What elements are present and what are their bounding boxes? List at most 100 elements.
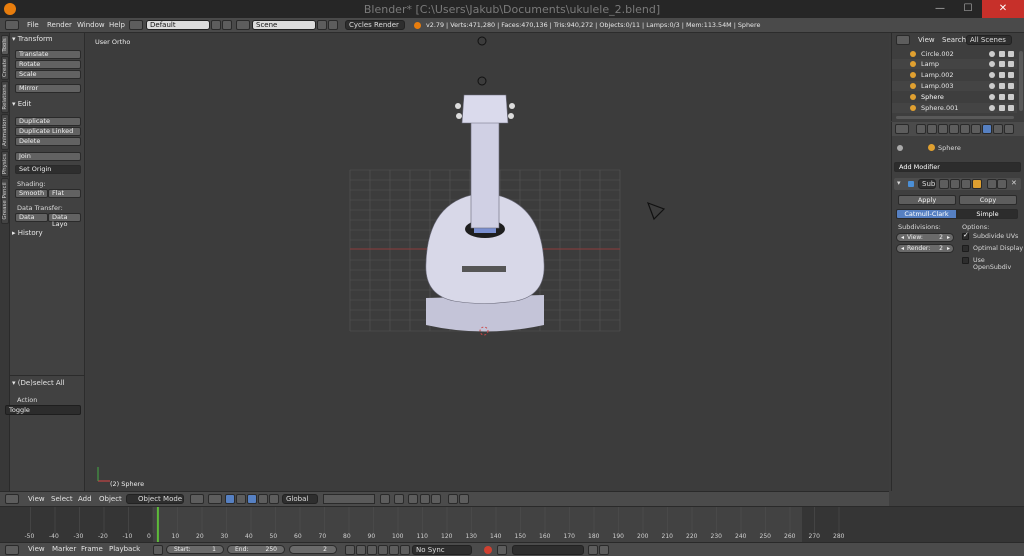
render-camera-icon[interactable] xyxy=(1008,72,1014,78)
layer-buttons[interactable] xyxy=(323,494,375,504)
pivot-point-icon[interactable] xyxy=(208,494,222,504)
constraints-tab-icon[interactable] xyxy=(971,124,981,134)
visibility-eye-icon[interactable] xyxy=(989,105,995,111)
select-arrow-icon[interactable] xyxy=(999,94,1005,100)
view-menu[interactable]: View xyxy=(28,495,45,503)
lock-camera-icon[interactable] xyxy=(380,494,390,504)
start-frame-field[interactable]: Start: 1 xyxy=(166,545,224,554)
interaction-mode-dropdown[interactable]: Object Mode xyxy=(126,494,184,504)
duplicate-button[interactable]: Duplicate xyxy=(15,117,81,126)
outliner-scrollbar[interactable] xyxy=(1019,51,1023,111)
add-scene-icon[interactable] xyxy=(317,20,327,30)
jump-end-icon[interactable] xyxy=(400,545,410,555)
tab-animation[interactable]: Animation xyxy=(1,114,9,150)
visibility-eye-icon[interactable] xyxy=(989,61,995,67)
keying-set-icon[interactable] xyxy=(497,545,507,555)
outliner-h-scrollbar[interactable] xyxy=(896,116,1014,119)
properties-editor-icon[interactable] xyxy=(895,124,909,134)
set-origin-dropdown[interactable]: Set Origin xyxy=(15,165,81,174)
modifier-move-down[interactable] xyxy=(997,179,1007,189)
preview-range-icon[interactable] xyxy=(153,545,163,555)
add-screen-icon[interactable] xyxy=(211,20,221,30)
world-tab-icon[interactable] xyxy=(949,124,959,134)
outliner-item-sphere[interactable]: Sphere xyxy=(892,92,1017,102)
simple-button[interactable]: Simple xyxy=(957,209,1018,219)
tab-tools[interactable]: Tools xyxy=(1,35,9,55)
frame-menu[interactable]: Frame xyxy=(81,545,103,553)
duplicate-linked-button[interactable]: Duplicate Linked xyxy=(15,127,81,136)
smooth-button[interactable]: Smooth xyxy=(15,189,48,198)
current-frame-field[interactable]: 2 xyxy=(289,545,337,554)
object-menu[interactable]: Object xyxy=(99,495,122,503)
use-opensubdiv-checkbox[interactable] xyxy=(962,257,969,264)
render-camera-icon[interactable] xyxy=(1008,94,1014,100)
tab-create[interactable]: Create xyxy=(1,56,9,80)
select-arrow-icon[interactable] xyxy=(999,51,1005,57)
remove-scene-icon[interactable] xyxy=(328,20,338,30)
transform-panel-header[interactable]: ▾ Transform xyxy=(12,35,82,43)
modifier-name-field[interactable]: Sub xyxy=(918,179,936,189)
scene-tab-icon[interactable] xyxy=(938,124,948,134)
operator-panel-header[interactable]: ▾ (De)select All xyxy=(12,379,82,387)
data-transfer-button[interactable]: Data xyxy=(15,213,48,222)
scale-manipulator-icon[interactable] xyxy=(258,494,268,504)
sync-mode-dropdown[interactable]: No Sync xyxy=(412,545,472,555)
proportional-edit-icon[interactable] xyxy=(408,494,418,504)
render-tab-icon[interactable] xyxy=(916,124,926,134)
apply-button[interactable]: Apply xyxy=(898,195,956,205)
translate-manipulator-icon[interactable] xyxy=(236,494,246,504)
opengl-render-icon[interactable] xyxy=(448,494,458,504)
object-tab-icon[interactable] xyxy=(960,124,970,134)
snap-element-icon[interactable] xyxy=(431,494,441,504)
edit-panel-header[interactable]: ▾ Edit xyxy=(12,100,82,108)
timeline-view-menu[interactable]: View xyxy=(28,545,45,553)
modifier-cage-toggle[interactable] xyxy=(972,179,982,189)
action-dropdown[interactable]: Toggle xyxy=(5,405,81,415)
manipulator-extra-icon[interactable] xyxy=(269,494,279,504)
minimize-button[interactable]: — xyxy=(926,0,954,18)
modifier-viewport-toggle[interactable] xyxy=(950,179,960,189)
marker-menu[interactable]: Marker xyxy=(52,545,76,553)
modifier-collapse-icon[interactable]: ▾ xyxy=(897,179,901,187)
view-levels-field[interactable]: ◂ View: 2 ▸ xyxy=(896,233,954,242)
scene-field[interactable]: Scene xyxy=(252,20,316,30)
next-keyframe-icon[interactable] xyxy=(389,545,399,555)
viewport-shading-icon[interactable] xyxy=(190,494,204,504)
end-frame-field[interactable]: End: 250 xyxy=(227,545,285,554)
record-icon[interactable] xyxy=(484,546,492,554)
jump-start-icon[interactable] xyxy=(345,545,355,555)
outliner-item-circle-002[interactable]: Circle.002 xyxy=(892,49,1017,59)
modifier-move-up[interactable] xyxy=(987,179,997,189)
menu-file[interactable]: File xyxy=(27,21,39,29)
flat-button[interactable]: Flat xyxy=(48,189,81,198)
remove-screen-icon[interactable] xyxy=(222,20,232,30)
modifier-remove-icon[interactable]: ✕ xyxy=(1011,179,1017,187)
modifiers-tab-icon[interactable] xyxy=(982,124,992,134)
visibility-eye-icon[interactable] xyxy=(989,83,995,89)
editor-type-icon[interactable] xyxy=(5,20,19,30)
visibility-eye-icon[interactable] xyxy=(989,51,995,57)
play-reverse-icon[interactable] xyxy=(367,545,377,555)
select-arrow-icon[interactable] xyxy=(999,105,1005,111)
optimal-display-checkbox[interactable] xyxy=(962,245,969,252)
history-panel-header[interactable]: ▸ History xyxy=(12,229,82,237)
rotate-manipulator-icon[interactable] xyxy=(247,494,257,504)
select-menu[interactable]: Select xyxy=(51,495,73,503)
add-modifier-dropdown[interactable]: Add Modifier xyxy=(894,162,1021,172)
timeline-editor-icon[interactable] xyxy=(5,545,19,555)
visibility-eye-icon[interactable] xyxy=(989,72,995,78)
data-layout-button[interactable]: Data Layo xyxy=(48,213,81,228)
outliner-search-menu[interactable]: Search xyxy=(942,36,966,44)
outliner-view-menu[interactable]: View xyxy=(918,36,935,44)
render-preview-icon[interactable] xyxy=(394,494,404,504)
render-camera-icon[interactable] xyxy=(1008,105,1014,111)
render-camera-icon[interactable] xyxy=(1008,83,1014,89)
translate-button[interactable]: Translate xyxy=(15,50,81,59)
render-camera-icon[interactable] xyxy=(1008,61,1014,67)
view3d-editor-icon[interactable] xyxy=(5,494,19,504)
outliner-item-lamp-003[interactable]: Lamp.003 xyxy=(892,81,1017,91)
delete-keyframe-icon[interactable] xyxy=(599,545,609,555)
rotate-button[interactable]: Rotate xyxy=(15,60,81,69)
join-button[interactable]: Join xyxy=(15,152,81,161)
screen-layout-icon[interactable] xyxy=(129,20,143,30)
